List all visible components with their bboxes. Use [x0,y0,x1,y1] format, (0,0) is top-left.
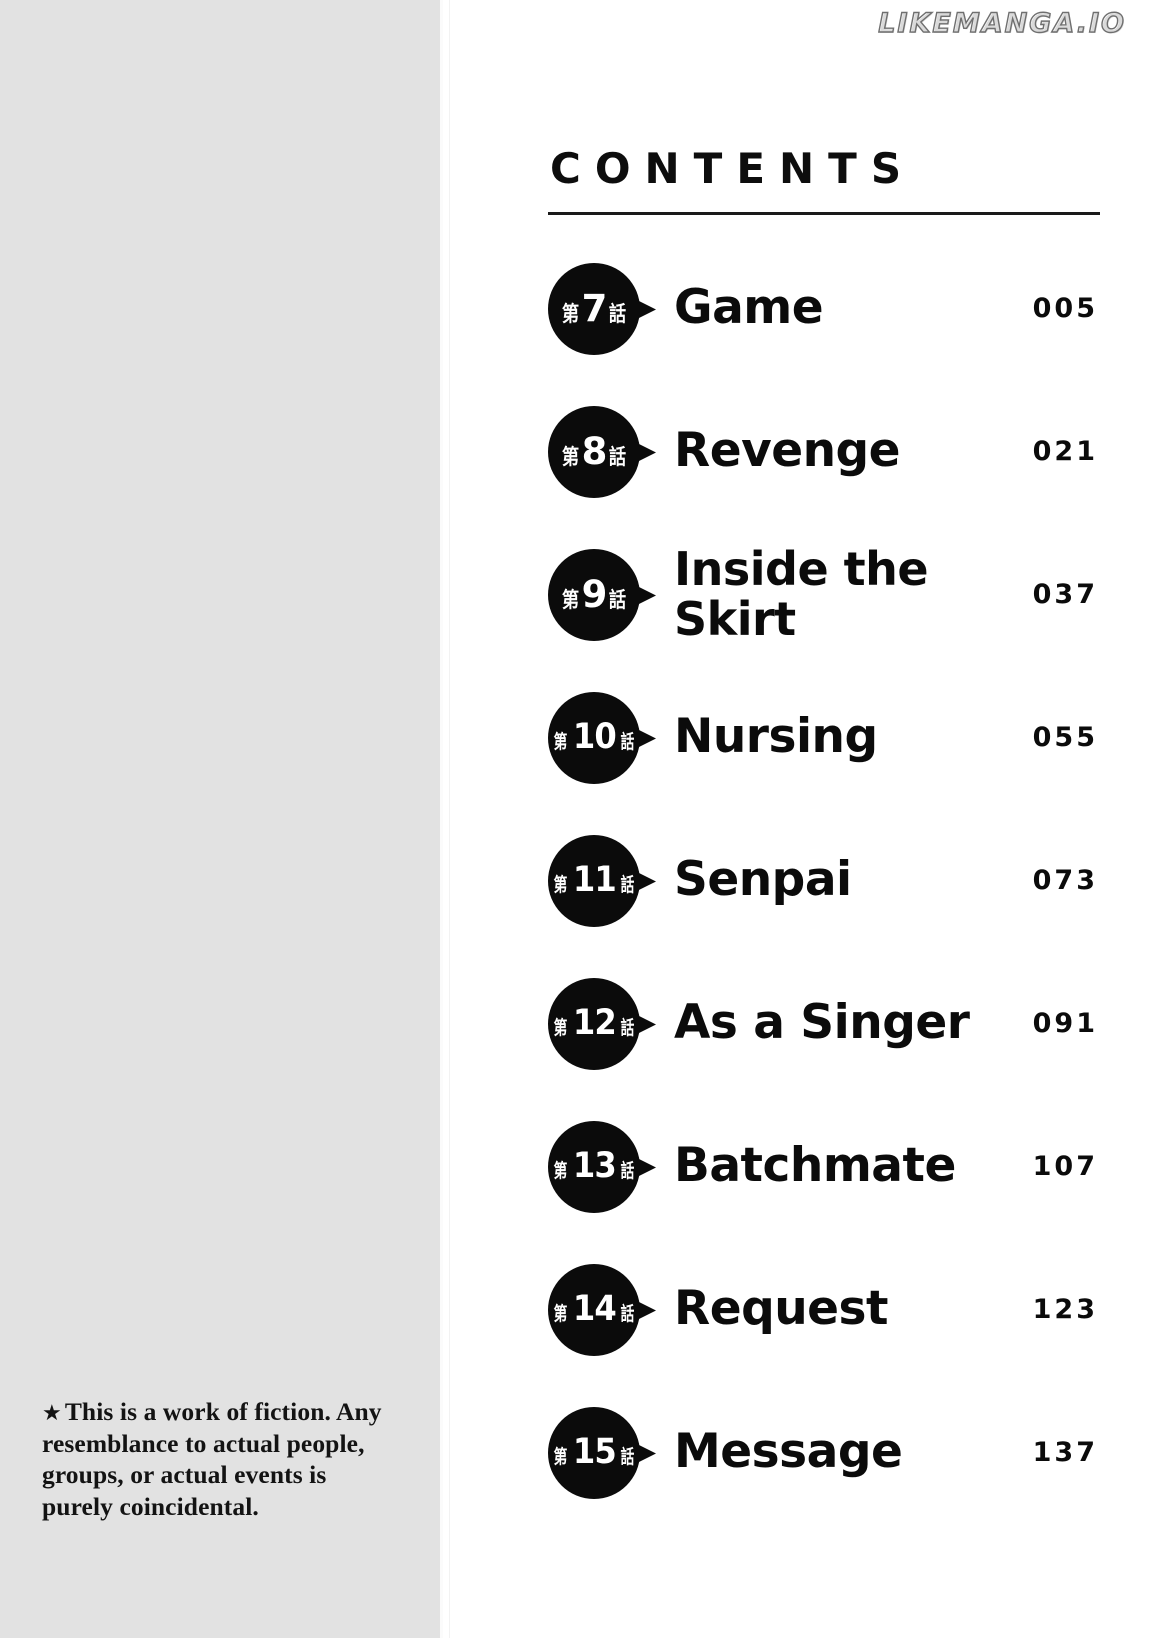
chapter-page-number: 055 [1032,722,1098,753]
chapter-badge: 第9話 [548,548,656,641]
chapter-number: 10 [572,717,617,757]
chapter-title[interactable]: Senpai [674,855,994,904]
chapter-badge-label: 第 10 話 [551,720,638,755]
chapter-badge: 第8話 [548,405,656,498]
chapter-page-number: 107 [1032,1151,1098,1182]
chapter-title[interactable]: Message [674,1427,994,1476]
chapter-title[interactable]: Request [674,1284,994,1333]
title-divider [548,212,1100,215]
chapter-number: 14 [572,1289,617,1329]
chapter-page-number: 123 [1032,1294,1098,1325]
chapter-prefix-kanji: 第 [553,1446,567,1468]
chapter-badge: 第7話 [548,262,656,355]
chapter-badge-label: 第8話 [560,433,629,470]
chapter-row[interactable]: 第 15 話 Message 137 [548,1381,1104,1524]
chapter-row[interactable]: 第 9 話 Inside the Skirt 037 [548,523,1104,666]
left-gray-panel [0,0,440,1638]
toc-page: LIKEMANGA.IO CONTENTS 第 7 話 Game 005 第 8 話 Reven… [0,0,1152,1638]
chapter-title[interactable]: Game [674,283,994,332]
chapter-page-number: 037 [1032,579,1098,610]
chapter-suffix-kanji: 話 [609,445,627,469]
chapter-prefix-kanji: 第 [561,302,579,326]
chapter-number: 13 [572,1146,617,1186]
chapter-title[interactable]: Revenge [674,426,994,475]
chapter-title[interactable]: As a Singer [674,998,994,1047]
chapter-title[interactable]: Nursing [674,712,994,761]
chapter-row[interactable]: 第 8 話 Revenge 021 [548,380,1104,523]
chapter-number: 15 [572,1432,617,1472]
chapter-badge: 第 13 話 [548,1120,656,1213]
chapter-row[interactable]: 第 10 話 Nursing 055 [548,666,1104,809]
chapter-page-number: 073 [1032,865,1098,896]
chapter-badge: 第 14 話 [548,1263,656,1356]
star-icon: ★ [42,1401,62,1426]
chapter-suffix-kanji: 話 [621,1017,635,1039]
chapter-row[interactable]: 第 13 話 Batchmate 107 [548,1095,1104,1238]
chapter-badge-label: 第 12 話 [551,1006,638,1041]
chapter-page-number: 137 [1032,1437,1098,1468]
chapter-number: 12 [572,1003,617,1043]
chapter-prefix-kanji: 第 [553,1160,567,1182]
page-title: CONTENTS [550,144,916,193]
chapter-page-number: 005 [1032,293,1098,324]
chapter-prefix-kanji: 第 [553,1303,567,1325]
chapter-prefix-kanji: 第 [561,588,579,612]
chapter-badge-label: 第 14 話 [551,1292,638,1327]
chapter-badge-label: 第7話 [560,290,629,327]
chapter-prefix-kanji: 第 [561,445,579,469]
chapter-number: 8 [581,430,608,473]
chapter-prefix-kanji: 第 [553,874,567,896]
badge-pointer-icon [634,583,656,606]
chapter-row[interactable]: 第 7 話 Game 005 [548,237,1104,380]
chapter-suffix-kanji: 話 [621,874,635,896]
chapter-title[interactable]: Batchmate [674,1141,994,1190]
disclaimer-text: This is a work of fiction. Any resemblan… [42,1397,382,1521]
chapter-page-number: 021 [1032,436,1098,467]
chapter-number: 7 [581,287,608,330]
chapter-badge: 第 10 話 [548,691,656,784]
panel-seam [440,0,443,1638]
chapter-suffix-kanji: 話 [609,588,627,612]
chapter-row[interactable]: 第 12 話 As a Singer 091 [548,952,1104,1095]
chapter-suffix-kanji: 話 [609,302,627,326]
site-watermark: LIKEMANGA.IO [878,7,1126,39]
chapter-badge-label: 第 13 話 [551,1149,638,1184]
chapter-title[interactable]: Inside the Skirt [674,544,994,644]
panel-seam-shadow [449,0,450,1638]
chapter-badge: 第 11 話 [548,834,656,927]
chapter-suffix-kanji: 話 [621,1160,635,1182]
fiction-disclaimer: ★ This is a work of fiction. Any resembla… [42,1396,402,1522]
chapter-prefix-kanji: 第 [553,1017,567,1039]
chapter-badge: 第 12 話 [548,977,656,1070]
chapter-suffix-kanji: 話 [621,731,635,753]
chapter-page-number: 091 [1032,1008,1098,1039]
chapter-badge: 第 15 話 [548,1406,656,1499]
chapter-list: 第 7 話 Game 005 第 8 話 Revenge 021 第 9 話 Inside the Ski… [548,237,1104,1524]
badge-pointer-icon [634,297,656,320]
chapter-prefix-kanji: 第 [553,731,567,753]
chapter-row[interactable]: 第 14 話 Request 123 [548,1238,1104,1381]
chapter-badge-label: 第 11 話 [551,863,638,898]
badge-pointer-icon [634,440,656,463]
contents-section: CONTENTS 第 7 話 Game 005 第 8 話 Revenge 021 第 9 話 Insid… [548,148,1104,1524]
chapter-badge-label: 第9話 [560,576,629,613]
chapter-number: 9 [581,573,608,616]
chapter-suffix-kanji: 話 [621,1446,635,1468]
chapter-row[interactable]: 第 11 話 Senpai 073 [548,809,1104,952]
chapter-number: 11 [572,860,617,900]
chapter-suffix-kanji: 話 [621,1303,635,1325]
chapter-badge-label: 第 15 話 [551,1435,638,1470]
